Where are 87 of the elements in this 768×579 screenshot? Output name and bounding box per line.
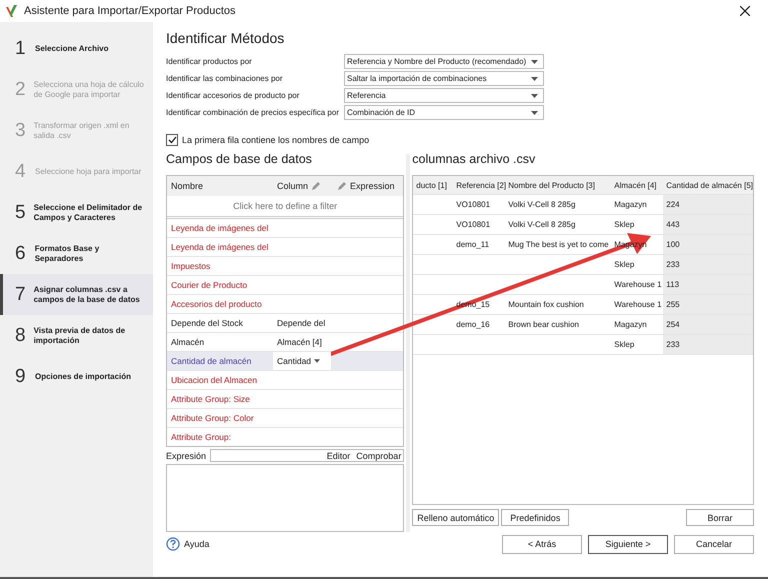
caret-icon — [531, 60, 538, 64]
field-name[interactable]: Attribute Group: Size — [167, 394, 273, 404]
field-label: Identificar combinación de precios específica por — [166, 106, 340, 118]
table-cell-text: Magazyn — [613, 319, 648, 331]
field-name[interactable]: Attribute Group: — [167, 432, 273, 442]
close-icon[interactable] — [740, 6, 750, 16]
field-name[interactable]: Attribute Group: Color — [167, 412, 273, 423]
pencil-icon[interactable] — [311, 180, 322, 191]
column-header: Almacén [4] — [613, 180, 658, 192]
app-logo-icon — [5, 4, 19, 18]
field-name[interactable]: Accesorios del producto — [167, 298, 273, 309]
table-cell-text: Mountain fox cushion — [507, 299, 585, 311]
field-name[interactable]: Ubicacion del Almacen — [167, 374, 273, 385]
caret-icon — [531, 110, 538, 114]
field-name[interactable]: Impuestos — [167, 260, 273, 271]
wizard-step[interactable]: 5 Seleccione el Delimitador de Campos y Caracteres — [0, 192, 153, 233]
table-cell-text: Sklep — [613, 219, 636, 231]
table-cell-text: Sklep — [613, 259, 636, 271]
table-cell-text: VO10801 — [455, 219, 492, 231]
table-cell: 113 — [663, 275, 753, 294]
table-cell: 224 — [663, 195, 753, 214]
expression-label: Expresión — [166, 450, 206, 461]
panel-heading: Campos de base de datos — [166, 152, 313, 168]
table-cell: 233 — [663, 335, 753, 354]
check-link[interactable]: Comprobar — [356, 450, 402, 461]
section-heading: Identificar Métodos — [166, 30, 286, 46]
wizard-step[interactable]: 9 Opciones de importación — [0, 356, 153, 397]
table-cell-text: Warehouse 1 — [613, 299, 663, 311]
nav-button[interactable]: Cancelar — [674, 534, 754, 554]
column-value: Depende del — [276, 318, 326, 328]
table-cell: 255 — [663, 295, 753, 314]
editor-link[interactable]: Editor — [326, 450, 350, 461]
table-cell-text: Mug The best is yet to come — [507, 239, 610, 251]
field-name[interactable]: Almacén — [167, 336, 273, 347]
dropdown[interactable]: Saltar la importación de combinaciones — [344, 71, 544, 86]
grid-button[interactable]: Relleno automático — [412, 509, 500, 526]
dropdown[interactable]: Combinación de ID — [344, 105, 544, 120]
grid-button[interactable]: Borrar — [686, 509, 754, 526]
caret-icon — [314, 358, 320, 363]
nav-button[interactable]: < Atrás — [502, 534, 582, 554]
table-cell: 233 — [663, 255, 753, 274]
checkbox-label: La primera fila contiene los nombres de campo — [182, 135, 370, 145]
caret-icon — [531, 94, 538, 98]
window-title: Asistente para Importar/Exportar Productos — [24, 5, 237, 17]
caret-icon — [531, 76, 538, 80]
column-header: Column — [277, 180, 308, 191]
table-cell-text: Sklep — [613, 339, 636, 351]
field-name[interactable]: Leyenda de imágenes del — [167, 222, 273, 233]
table-cell-text: Volki V-Cell 8 285g — [507, 219, 576, 231]
table-cell-text: Brown bear cushion — [507, 319, 580, 331]
table-cell: 443 — [663, 215, 753, 234]
table-cell: 254 — [663, 315, 753, 334]
table-cell: 100 — [663, 235, 753, 254]
panel-heading: columnas archivo .csv — [412, 152, 536, 168]
field-name[interactable]: Leyenda de imágenes del — [167, 242, 273, 252]
column-header: Nombre del Producto [3] — [507, 180, 596, 192]
wizard-step[interactable]: 7 Asignar columnas .csv a campos de la base de datos — [0, 274, 153, 315]
table-cell-text: Warehouse 1 — [613, 279, 663, 291]
field-name[interactable]: Cantidad de almacén — [167, 356, 273, 366]
field-label: Identificar las combinaciones por — [166, 72, 284, 84]
dropdown[interactable]: Referencia — [344, 88, 544, 103]
field-name[interactable]: Depende del Stock — [167, 318, 273, 328]
table-cell-text: Volki V-Cell 8 285g — [507, 199, 576, 211]
column-dropdown[interactable]: Cantidad — [273, 352, 331, 370]
nav-button[interactable]: Siguiente > — [588, 534, 668, 554]
table-cell-text: demo_16 — [455, 319, 491, 331]
expression-field[interactable]: Editor Comprobar — [210, 449, 404, 462]
column-header: Referencia [2] — [455, 180, 506, 192]
help-icon[interactable] — [166, 537, 180, 551]
help-link[interactable]: Ayuda — [184, 539, 210, 549]
table-cell-text: demo_11 — [455, 239, 490, 251]
field-label: Identificar productos por — [166, 56, 253, 68]
field-name[interactable]: Courier de Producto — [167, 280, 273, 290]
pencil-icon[interactable] — [337, 180, 347, 191]
filter-row[interactable]: Click here to define a filter — [233, 200, 338, 211]
column-header: Nombre — [170, 180, 204, 191]
dropdown[interactable]: Referencia y Nombre del Producto (recomendado) — [344, 54, 544, 69]
field-label: Identificar accesorios de producto por — [166, 90, 300, 102]
table-cell-text: Magazyn — [613, 199, 648, 211]
column-header: ducto [1] — [415, 180, 448, 192]
checkbox[interactable] — [166, 134, 178, 146]
column-header: Expression — [350, 180, 395, 191]
wizard-step[interactable]: 6 Formatos Base y Separadores — [0, 233, 153, 274]
grid-button[interactable]: Predefinidos — [501, 509, 570, 526]
column-value: Almacén [4] — [276, 336, 323, 347]
table-cell-text: VO10801 — [455, 199, 492, 211]
wizard-step[interactable]: 1 Seleccione Archivo — [0, 28, 153, 69]
